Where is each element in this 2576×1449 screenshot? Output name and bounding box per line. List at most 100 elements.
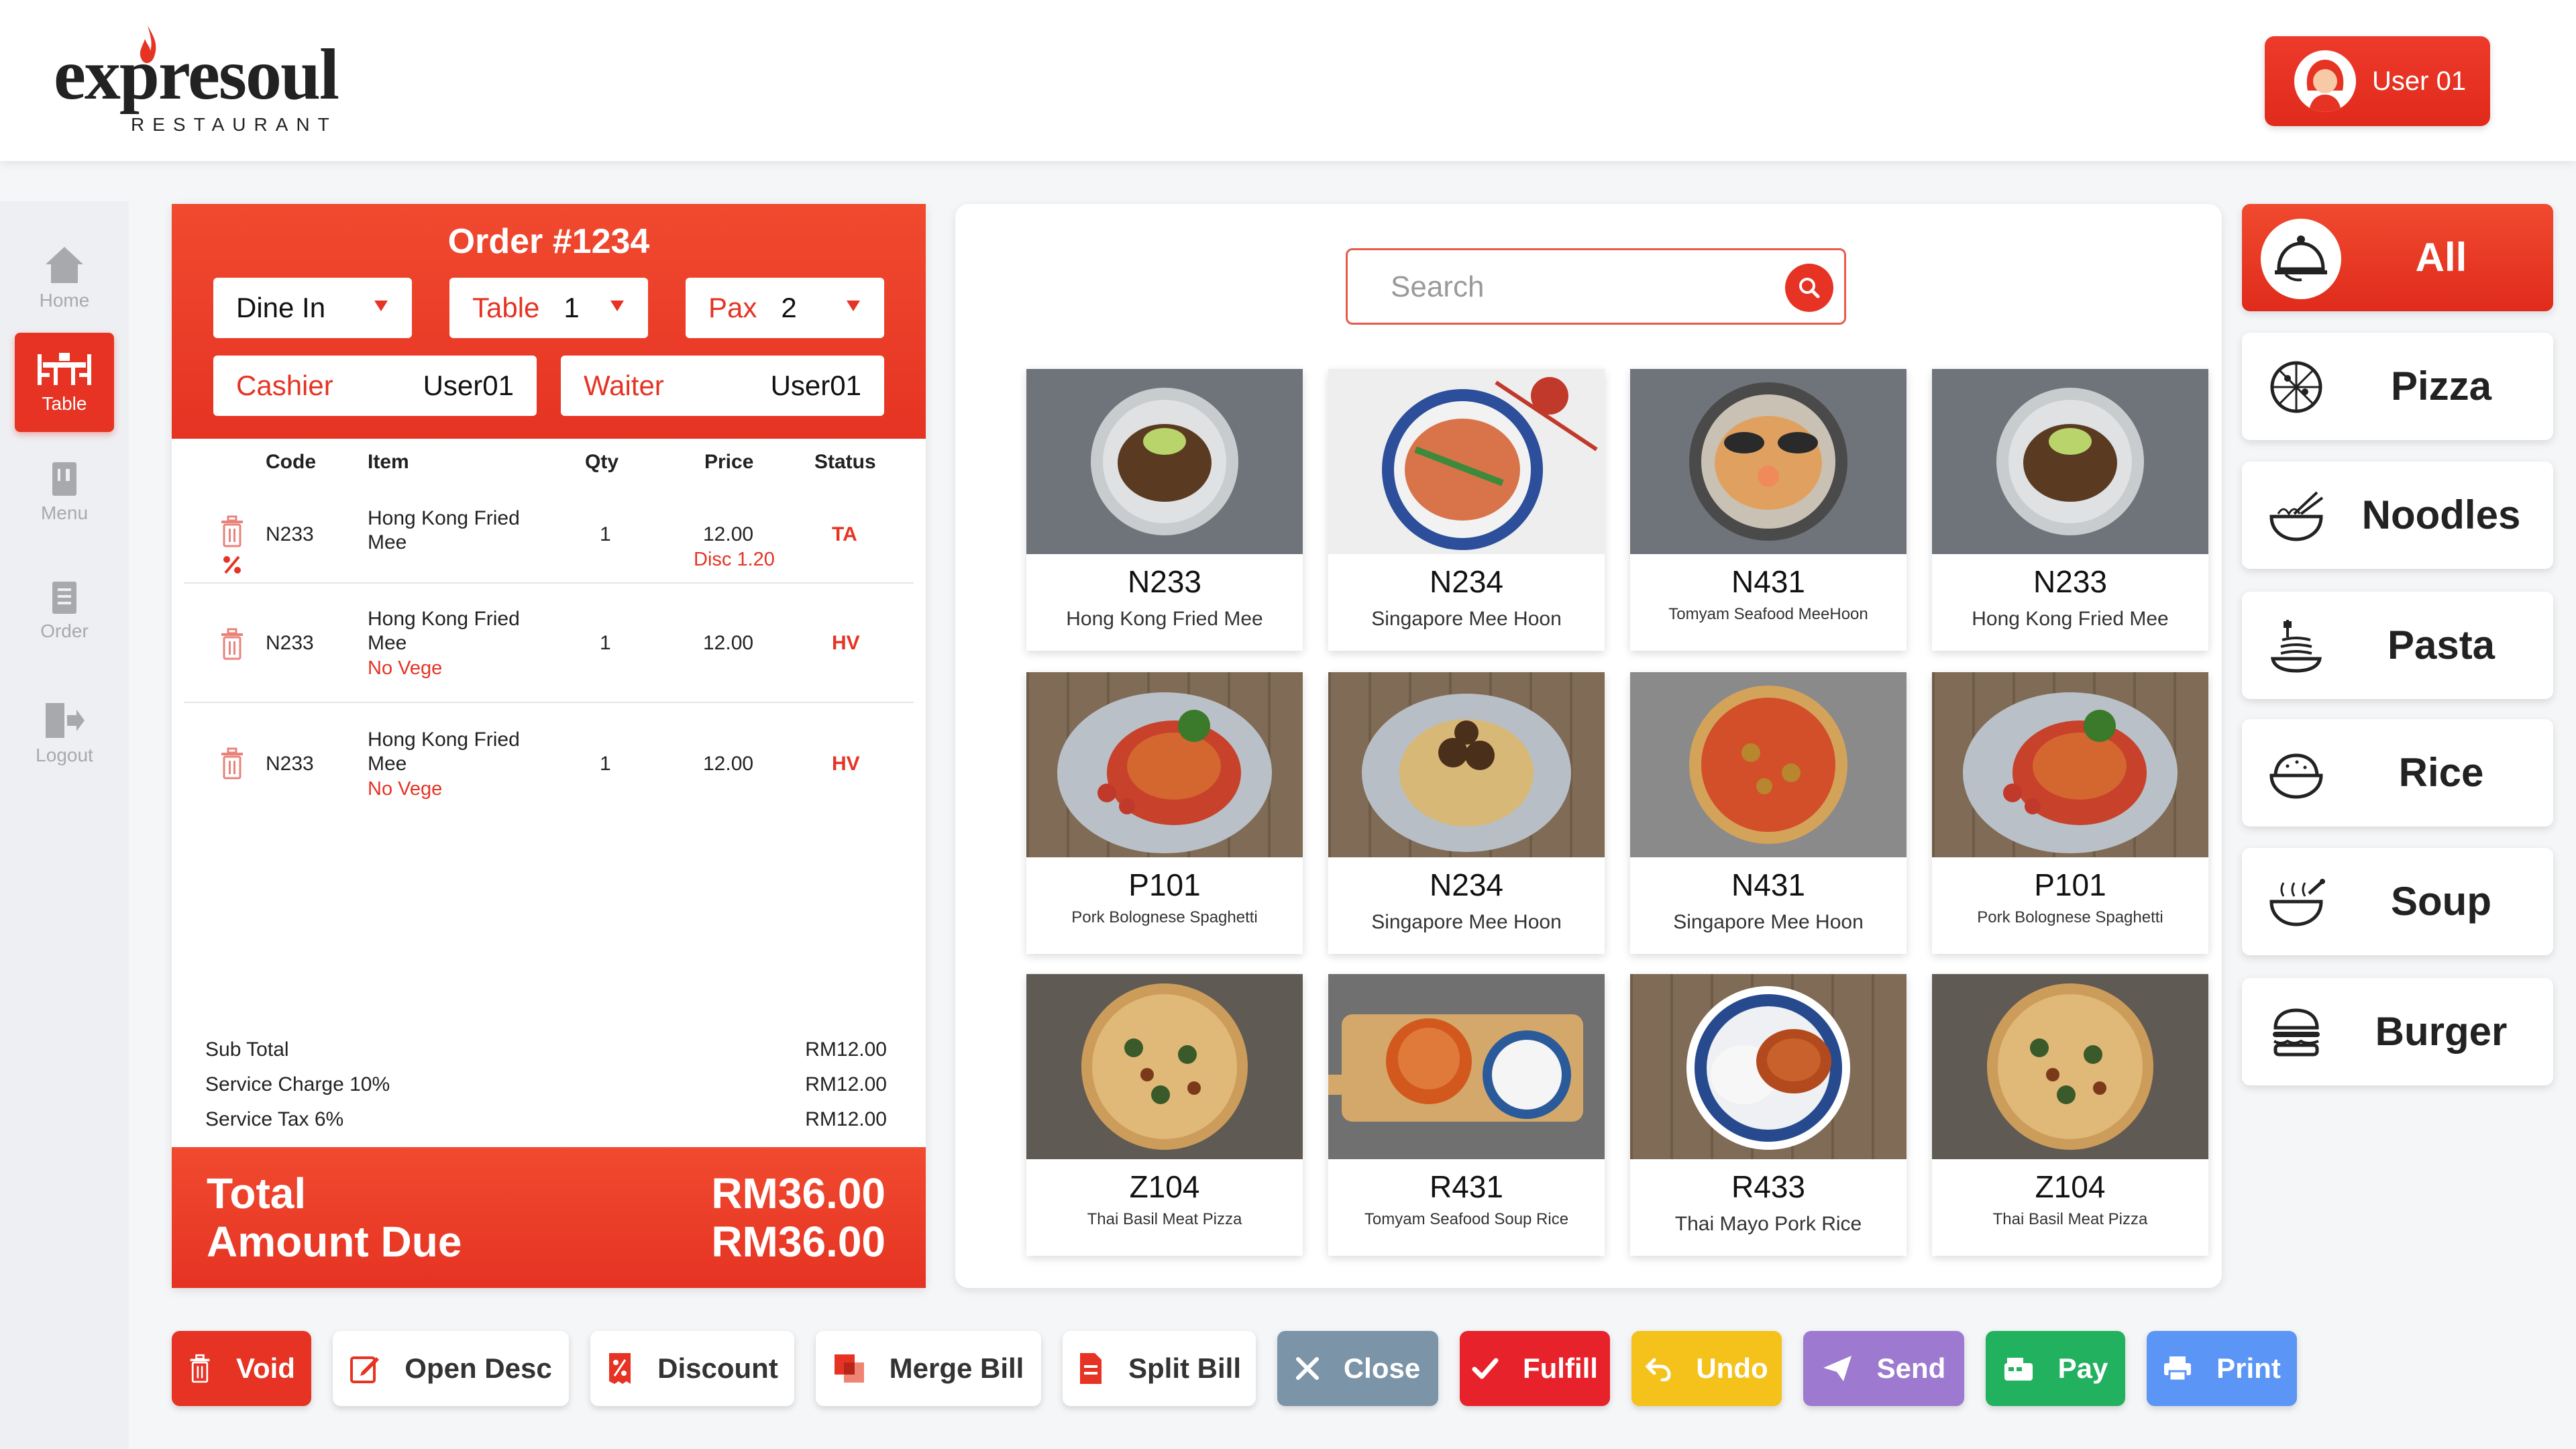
order-row[interactable]: N233 Hong Kong Fried Mee 1 12.00 Disc 1.… [184, 486, 914, 584]
action-label: Send [1876, 1352, 1946, 1384]
col-header-price: Price [704, 451, 754, 473]
split-bill-button[interactable]: Split Bill [1063, 1331, 1256, 1406]
menu-item-card[interactable]: N234 Singapore Mee Hoon [1328, 369, 1605, 651]
category-label: Soup [2391, 879, 2491, 924]
send-button[interactable]: Send [1803, 1331, 1964, 1406]
fulfill-button[interactable]: Fulfill [1460, 1331, 1610, 1406]
cashier-field[interactable]: Cashier User01 [213, 356, 537, 416]
sidebar-item-menu[interactable]: Menu [15, 443, 114, 542]
open-desc-button[interactable]: Open Desc [333, 1331, 569, 1406]
menu-item-card[interactable]: Z104 Thai Basil Meat Pizza [1026, 974, 1303, 1256]
category-rice[interactable]: Rice [2242, 719, 2553, 826]
search-button[interactable] [1785, 264, 1833, 312]
order-title: Order #1234 [447, 222, 650, 261]
category-label: Rice [2398, 750, 2484, 795]
item-name: Hong Kong Fried [368, 608, 520, 630]
dish-image [1932, 369, 2208, 554]
logo-subtitle: RESTAURANT [131, 114, 337, 135]
item-code: N233 [266, 523, 314, 545]
merge-bill-button[interactable]: Merge Bill [816, 1331, 1041, 1406]
home-icon [46, 247, 83, 283]
col-header-item: Item [368, 451, 409, 473]
category-pizza[interactable]: Pizza [2242, 333, 2553, 440]
action-label: Print [2216, 1352, 2281, 1384]
search-box[interactable]: Search [1346, 248, 1846, 325]
amount-due-label: Amount Due [207, 1218, 462, 1266]
menu-item-code: P101 [1128, 867, 1201, 902]
menu-item-card[interactable]: N233 Hong Kong Fried Mee [1026, 369, 1303, 651]
table-value: 1 [564, 292, 580, 323]
sidebar-item-order[interactable]: Order [15, 561, 114, 660]
void-button[interactable]: Void [172, 1331, 311, 1406]
user-menu-button[interactable]: User 01 [2265, 36, 2490, 126]
category-all[interactable]: All [2242, 204, 2553, 311]
menu-item-card[interactable]: N431 Singapore Mee Hoon [1630, 672, 1907, 954]
menu-book-icon [52, 462, 76, 496]
menu-item-card[interactable]: N431 Tomyam Seafood MeeHoon [1630, 369, 1907, 651]
chevron-down-icon [374, 301, 388, 311]
category-burger[interactable]: Burger [2242, 978, 2553, 1085]
top-header: expresoul RESTAURANT User 01 [0, 0, 2576, 161]
pay-button[interactable]: Pay [1986, 1331, 2125, 1406]
total-label: Total [207, 1169, 307, 1218]
item-discount: Disc 1.20 [694, 549, 775, 570]
category-soup[interactable]: Soup [2242, 848, 2553, 955]
menu-item-name: Singapore Mee Hoon [1371, 911, 1562, 933]
undo-button[interactable]: Undo [1631, 1331, 1782, 1406]
menu-item-card[interactable]: N233 Hong Kong Fried Mee [1932, 369, 2208, 651]
col-header-code: Code [266, 451, 316, 473]
category-noodles[interactable]: Noodles [2242, 462, 2553, 569]
table-icon [38, 353, 91, 385]
user-avatar [2294, 50, 2356, 112]
cashier-value: User01 [423, 370, 514, 401]
table-select[interactable]: Table 1 [449, 278, 648, 338]
menu-item-code: N234 [1430, 564, 1503, 599]
discount-percent-icon[interactable] [221, 554, 243, 576]
sidebar-item-table[interactable]: Table [15, 333, 114, 432]
menu-item-code: Z104 [2035, 1169, 2106, 1204]
item-price: 12.00 [703, 753, 754, 775]
sidebar-item-label: Logout [36, 745, 93, 765]
menu-item-card[interactable]: P101 Pork Bolognese Spaghetti [1026, 672, 1303, 954]
menu-item-code: N431 [1731, 867, 1805, 902]
discount-button[interactable]: Discount [590, 1331, 794, 1406]
menu-item-card[interactable]: Z104 Thai Basil Meat Pizza [1932, 974, 2208, 1256]
dish-image [1630, 974, 1907, 1159]
pax-label: Pax [708, 292, 757, 323]
pizza-icon [2267, 358, 2325, 416]
menu-item-code: R433 [1731, 1169, 1805, 1204]
menu-item-card[interactable]: N234 Singapore Mee Hoon [1328, 672, 1605, 954]
sidebar-item-label: Order [40, 621, 89, 641]
sidebar-item-logout[interactable]: Logout [15, 684, 114, 784]
category-label: Noodles [2361, 492, 2521, 537]
item-status: TA [832, 523, 857, 545]
waiter-field[interactable]: Waiter User01 [561, 356, 884, 416]
search-input[interactable]: Search [1391, 270, 1484, 304]
check-icon [1472, 1357, 1511, 1380]
item-status: HV [832, 753, 860, 775]
soup-icon [2267, 873, 2325, 931]
print-button[interactable]: Print [2147, 1331, 2297, 1406]
send-icon [1822, 1354, 1865, 1383]
category-pasta[interactable]: Pasta [2242, 592, 2553, 699]
pax-select[interactable]: Pax 2 [686, 278, 884, 338]
total-value: RM36.00 [711, 1169, 885, 1218]
menu-item-card[interactable]: R433 Thai Mayo Pork Rice [1630, 974, 1907, 1256]
trash-icon[interactable] [219, 515, 246, 547]
menu-item-name: Thai Basil Meat Pizza [1087, 1210, 1242, 1228]
edit-icon [350, 1353, 392, 1384]
trash-icon[interactable] [219, 628, 246, 660]
category-label: Pizza [2390, 364, 2492, 409]
close-button[interactable]: Close [1277, 1331, 1438, 1406]
order-row[interactable]: N233 Hong Kong Fried Mee No Vege 1 12.00… [184, 584, 914, 703]
dish-image [1630, 672, 1907, 857]
user-name: User 01 [2372, 66, 2467, 96]
menu-item-card[interactable]: P101 Pork Bolognese Spaghetti [1932, 672, 2208, 954]
pay-icon [2003, 1355, 2046, 1382]
trash-icon[interactable] [219, 747, 246, 780]
order-row[interactable]: N233 Hong Kong Fried Mee No Vege 1 12.00… [184, 703, 914, 822]
dine-type-select[interactable]: Dine In [213, 278, 412, 338]
restaurant-logo[interactable]: expresoul RESTAURANT [54, 20, 339, 141]
menu-item-card[interactable]: R431 Tomyam Seafood Soup Rice [1328, 974, 1605, 1256]
sidebar-item-home[interactable]: Home [15, 228, 114, 327]
